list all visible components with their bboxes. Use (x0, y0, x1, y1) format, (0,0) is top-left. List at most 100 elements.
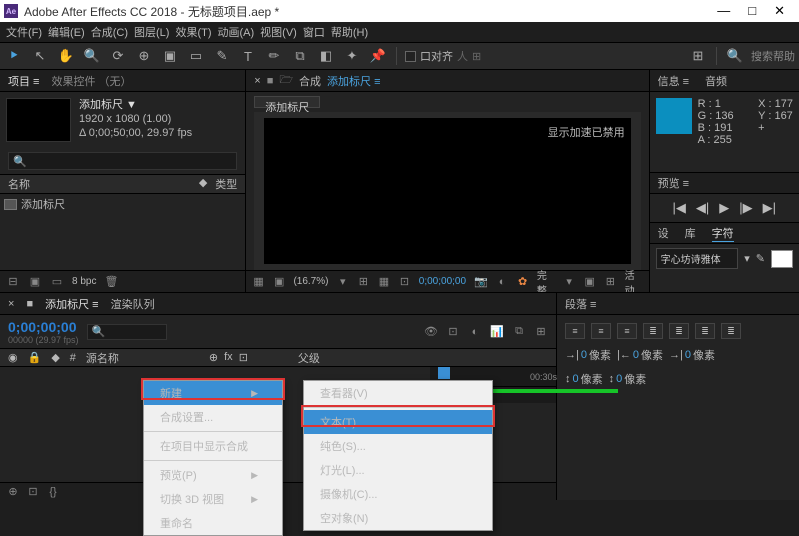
ctx-comp-settings[interactable]: 合成设置... (144, 405, 282, 429)
channel-icon[interactable]: ⊡ (398, 275, 411, 289)
tab-project[interactable]: 项目 ≡ (8, 73, 39, 89)
first-frame-icon[interactable]: |◀ (673, 200, 686, 216)
tag-icon[interactable]: ◆ (199, 176, 207, 192)
project-row[interactable]: 添加标尺 (0, 194, 245, 214)
switch-col-icon[interactable]: ⊕ (209, 351, 218, 364)
tl-shy-icon[interactable]: 👁 (424, 325, 438, 339)
toggle-modes-icon[interactable]: ⊡ (26, 485, 40, 499)
ctx-viewer[interactable]: 查看器(V) (304, 381, 492, 405)
tab-preset[interactable]: 设 (658, 225, 669, 241)
comp-tab-footage-icon[interactable]: 🗁 (279, 71, 293, 90)
snapshot-icon[interactable]: 📷 (474, 275, 488, 289)
menu-view[interactable]: 视图(V) (260, 24, 297, 40)
num-col[interactable]: # (70, 352, 76, 364)
menu-layer[interactable]: 图层(L) (134, 24, 169, 40)
tl-tab-render[interactable]: 渲染队列 (111, 296, 155, 312)
project-col-name[interactable]: 名称 (8, 176, 30, 192)
composition-viewer[interactable]: 显示加速已禁用 (254, 112, 640, 270)
toggle-switches-icon[interactable]: ⊕ (6, 485, 20, 499)
color-mgmt-icon[interactable]: ✿ (516, 275, 529, 289)
indent-first[interactable]: |←0像素 (617, 347, 663, 363)
text-tool-icon[interactable]: T (238, 46, 258, 66)
justify-all-icon[interactable]: ≣ (721, 323, 741, 339)
comp-tab-name[interactable]: 添加标尺 ≡ (327, 73, 380, 89)
tl-comp-icon[interactable]: ■ (26, 298, 33, 310)
guides-icon[interactable]: ⊞ (357, 275, 370, 289)
eyedropper-icon[interactable]: ✎ (756, 252, 765, 265)
indent-right[interactable]: →|0像素 (669, 347, 715, 363)
align-left-icon[interactable]: ≡ (565, 323, 585, 339)
search-help-label[interactable]: 搜索帮助 (751, 48, 795, 64)
last-frame-icon[interactable]: ▶| (763, 200, 776, 216)
maximize-button[interactable]: □ (748, 3, 756, 19)
menu-window[interactable]: 窗口 (303, 24, 325, 40)
fill-color[interactable] (771, 250, 793, 268)
lock-icon[interactable]: ■ (267, 75, 274, 87)
interpret-icon[interactable]: ⊟ (6, 275, 20, 289)
align-center-icon[interactable]: ≡ (591, 323, 611, 339)
play-icon[interactable]: ▶ (719, 200, 729, 216)
font-dd-icon[interactable]: ▾ (744, 252, 750, 265)
ctx-rename[interactable]: 重命名 (144, 511, 282, 535)
ctx-switch-3d[interactable]: 切换 3D 视图▶ (144, 487, 282, 511)
tab-character[interactable]: 字符 (712, 225, 734, 242)
brush-tool-icon[interactable]: ✏ (264, 46, 284, 66)
rotate-tool-icon[interactable]: ⊕ (134, 46, 154, 66)
bpc-label[interactable]: 8 bpc (72, 276, 96, 287)
viewer-time[interactable]: 0;00;00;00 (419, 276, 466, 287)
shape-tool-icon[interactable]: ▭ (186, 46, 206, 66)
tl-motion-blur-icon[interactable]: ◐ (468, 325, 482, 339)
parent-col[interactable]: 父级 (298, 350, 320, 366)
tl-tab-comp[interactable]: 添加标尺 ≡ (45, 296, 98, 312)
justify-left-icon[interactable]: ≣ (643, 323, 663, 339)
tab-preview[interactable]: 预览 ≡ (658, 175, 689, 191)
snap-sub2-icon[interactable]: ⊞ (472, 50, 481, 63)
menu-effect[interactable]: 效果(T) (175, 24, 211, 40)
new-comp-icon[interactable]: ▭ (50, 275, 64, 289)
source-name-col[interactable]: 源名称 (86, 350, 119, 366)
home-icon[interactable]: ⯈ (4, 46, 24, 66)
menu-composition[interactable]: 合成(C) (91, 24, 128, 40)
tab-library[interactable]: 库 (685, 225, 696, 241)
next-frame-icon[interactable]: |▶ (739, 200, 752, 216)
comp-subtab[interactable]: 添加标尺 (254, 96, 320, 108)
ctx-text[interactable]: 文本(T) (304, 410, 492, 434)
grid-icon[interactable]: ▦ (378, 275, 391, 289)
prev-frame-icon[interactable]: ◀| (696, 200, 709, 216)
justify-center-icon[interactable]: ≣ (669, 323, 689, 339)
space-before[interactable]: ↕0像素 (565, 371, 603, 387)
snap-sub1-icon[interactable]: 人 (457, 48, 468, 64)
tab-audio[interactable]: 音频 (705, 73, 727, 89)
res-icon[interactable]: ▾ (336, 275, 349, 289)
tl-frame-blend-icon[interactable]: ⊡ (446, 325, 460, 339)
timeline-search[interactable]: 🔍 (87, 324, 167, 340)
justify-right-icon[interactable]: ≣ (695, 323, 715, 339)
ctx-null[interactable]: 空对象(N) (304, 506, 492, 530)
zoom-level[interactable]: (16.7%) (293, 276, 328, 287)
selection-tool-icon[interactable]: ↖ (30, 46, 50, 66)
menu-edit[interactable]: 编辑(E) (48, 24, 85, 40)
tl-collapse-icon[interactable]: ⊞ (534, 325, 548, 339)
snap-toggle[interactable]: 口对齐 人 ⊞ (405, 48, 481, 64)
ctx-show-in-project[interactable]: 在项目中显示合成 (144, 434, 282, 458)
roi-icon[interactable]: ▣ (583, 275, 596, 289)
label-col-icon[interactable]: ◆ (51, 351, 59, 364)
ctx-preview[interactable]: 预览(P)▶ (144, 463, 282, 487)
project-col-type[interactable]: 类型 (215, 176, 237, 192)
tl-graph-icon[interactable]: 📊 (490, 325, 504, 339)
new-folder-icon[interactable]: ▣ (28, 275, 42, 289)
orbit-tool-icon[interactable]: ⟳ (108, 46, 128, 66)
hand-tool-icon[interactable]: ✋ (56, 46, 76, 66)
quality-dd-icon[interactable]: ▾ (563, 275, 576, 289)
zoom-tool-icon[interactable]: 🔍 (82, 46, 102, 66)
alpha-icon[interactable]: ▦ (252, 275, 265, 289)
ctx-solid[interactable]: 纯色(S)... (304, 434, 492, 458)
menu-file[interactable]: 文件(F) (6, 24, 42, 40)
tl-draft3d-icon[interactable]: ⧉ (512, 325, 526, 339)
tl-close-icon[interactable]: × (8, 298, 14, 310)
layer-toggle-icon[interactable]: × (254, 75, 260, 87)
indent-left[interactable]: →|0像素 (565, 347, 611, 363)
timeline-timecode[interactable]: 0;00;00;00 (8, 319, 79, 335)
toggle-in-out-icon[interactable]: {} (46, 485, 60, 499)
align-right-icon[interactable]: ≡ (617, 323, 637, 339)
